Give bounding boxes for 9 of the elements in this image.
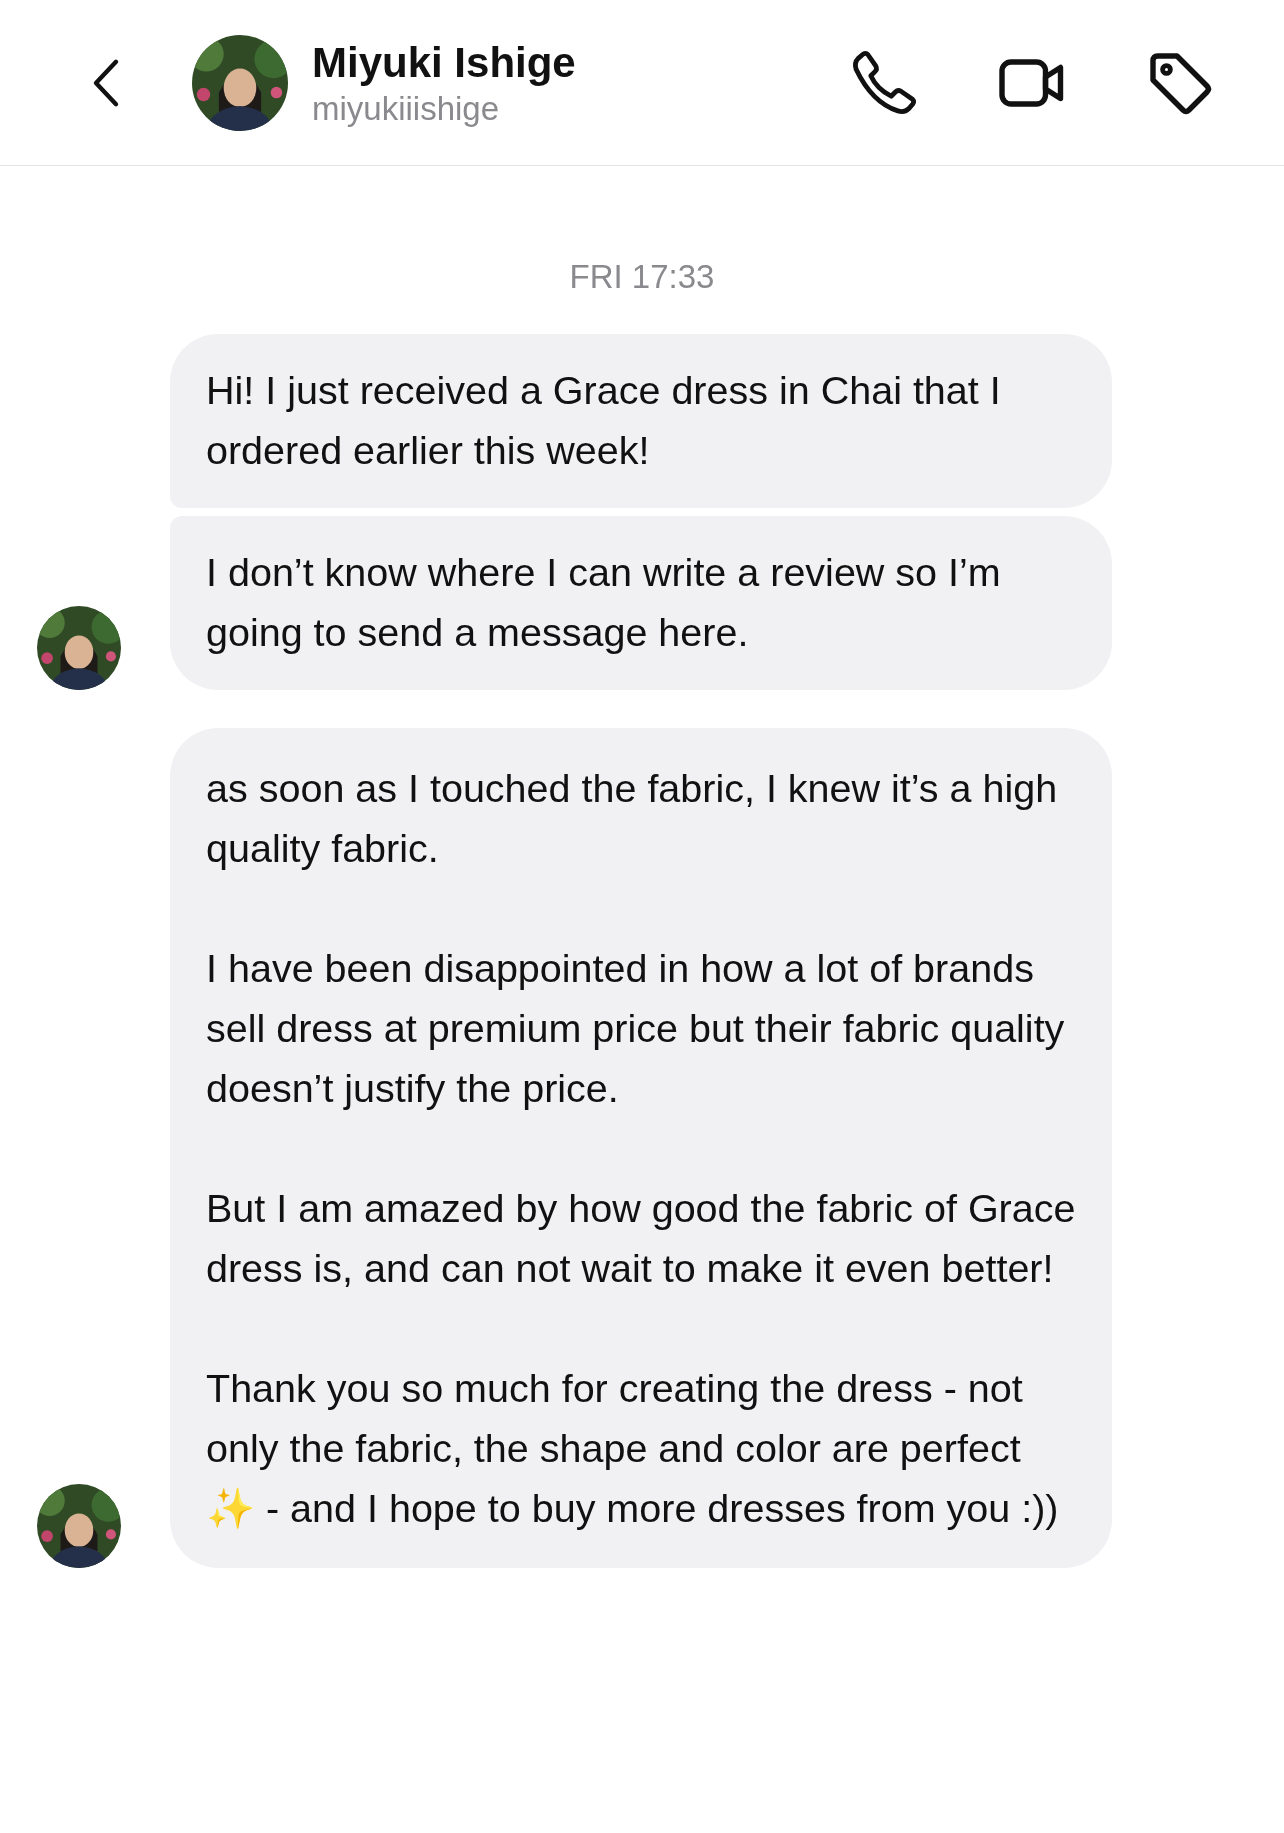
message-text: as soon as I touched the fabric, I knew it’s a high quality fabric. <box>206 765 1059 872</box>
timestamp: FRI 17:33 <box>568 258 716 296</box>
message-text: I have been disappointed in how a lot of brands sell dress at premium price but their fabric quality doesn’t justify the price. <box>206 945 1066 1112</box>
message-text: Thank you so much for creating the dress - not only the fabric, the shape and color are perfect ✨ - and I hope to buy more dresses from you :)) <box>206 1365 1060 1532</box>
contact-username: miyukiiishige <box>312 88 501 129</box>
contact-name: Miyuki Ishige <box>312 37 576 88</box>
message-text: But I am amazed by how good the fabric of Grace dress is, and can not wait to make it even better! <box>206 1185 1076 1292</box>
message-text: Hi! I just received a Grace dress in Chai that I ordered earlier this week! <box>206 367 1002 474</box>
message-text: I don’t know where I can write a review so I’m going to send a message here. <box>206 549 1002 656</box>
